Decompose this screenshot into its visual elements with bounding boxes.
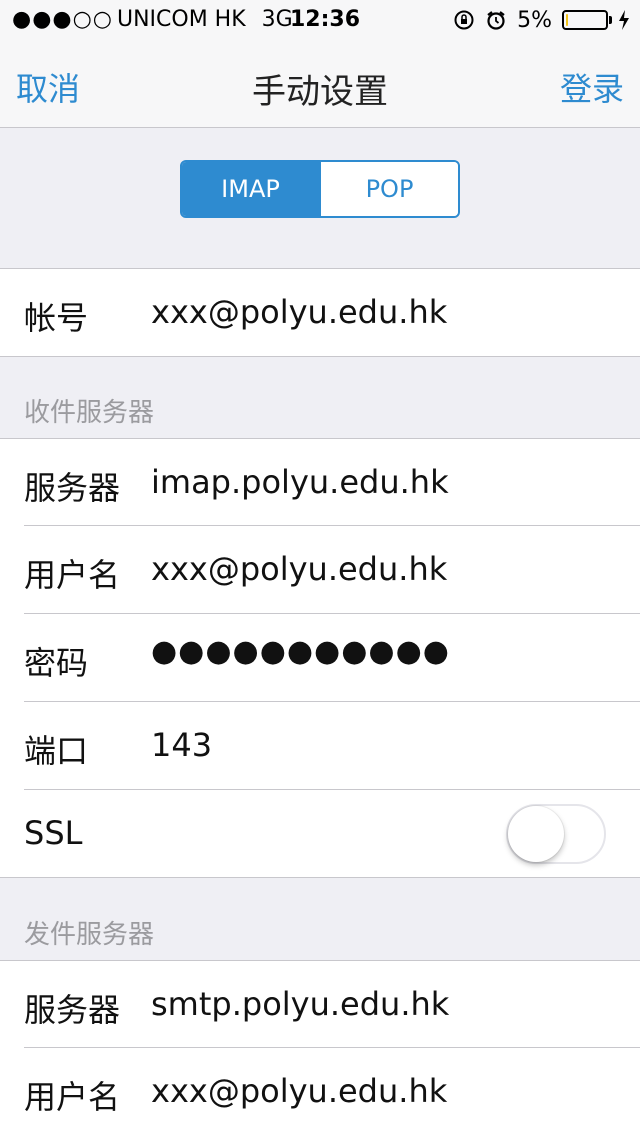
outgoing-server-header: 发件服务器 <box>24 920 155 950</box>
incoming-password-label: 密码 <box>24 644 89 682</box>
alarm-icon <box>485 9 507 31</box>
segment-imap[interactable]: IMAP <box>182 162 319 216</box>
incoming-server-label: 服务器 <box>24 469 121 507</box>
incoming-port-field[interactable]: 143 <box>151 726 212 764</box>
incoming-port-label: 端口 <box>24 732 89 770</box>
outgoing-server-field[interactable]: smtp.polyu.edu.hk <box>151 985 449 1023</box>
outgoing-server-label: 服务器 <box>24 991 121 1029</box>
outgoing-username-label: 用户名 <box>24 1078 121 1116</box>
ssl-label: SSL <box>24 814 83 852</box>
carrier-name: UNICOM HK <box>116 7 246 32</box>
incoming-password-field[interactable]: ●●●●●●●●●●● <box>151 634 450 669</box>
network-type: 3G <box>261 7 293 32</box>
incoming-username-row[interactable]: 用户名 xxx@polyu.edu.hk <box>0 526 640 614</box>
incoming-username-label: 用户名 <box>24 556 121 594</box>
battery-icon <box>562 10 612 30</box>
navigation-bar: 取消 手动设置 登录 <box>0 40 640 128</box>
outgoing-username-field[interactable]: xxx@polyu.edu.hk <box>151 1072 447 1110</box>
charging-bolt-icon <box>618 9 630 31</box>
incoming-server-row[interactable]: 服务器 imap.polyu.edu.hk <box>0 439 640 527</box>
ssl-toggle[interactable] <box>506 804 606 864</box>
incoming-password-row[interactable]: 密码 ●●●●●●●●●●● <box>0 614 640 702</box>
protocol-segmented-control: IMAP POP <box>180 160 460 218</box>
page-title: 手动设置 <box>252 72 388 112</box>
incoming-port-row[interactable]: 端口 143 <box>0 702 640 790</box>
ssl-row: SSL <box>0 790 640 878</box>
divider <box>0 877 640 878</box>
incoming-server-field[interactable]: imap.polyu.edu.hk <box>151 463 449 501</box>
status-time: 12:36 <box>290 7 361 32</box>
divider <box>0 356 640 357</box>
orientation-lock-icon <box>453 9 475 31</box>
login-button[interactable]: 登录 <box>560 64 624 110</box>
battery-level-fill <box>566 14 569 26</box>
outgoing-server-row[interactable]: 服务器 smtp.polyu.edu.hk <box>0 961 640 1049</box>
status-bar: ●●●○○ UNICOM HK 3G 12:36 5% <box>0 0 640 40</box>
incoming-server-header: 收件服务器 <box>24 398 155 428</box>
account-row[interactable]: 帐号 xxx@polyu.edu.hk <box>0 269 640 357</box>
toggle-knob <box>508 806 564 862</box>
account-field[interactable]: xxx@polyu.edu.hk <box>151 293 447 331</box>
battery-percentage: 5% <box>517 7 552 33</box>
account-label: 帐号 <box>24 299 89 337</box>
segment-pop[interactable]: POP <box>319 162 458 216</box>
signal-strength-icon: ●●●○○ <box>12 7 113 32</box>
incoming-username-field[interactable]: xxx@polyu.edu.hk <box>151 550 447 588</box>
outgoing-username-row[interactable]: 用户名 xxx@polyu.edu.hk <box>0 1048 640 1136</box>
